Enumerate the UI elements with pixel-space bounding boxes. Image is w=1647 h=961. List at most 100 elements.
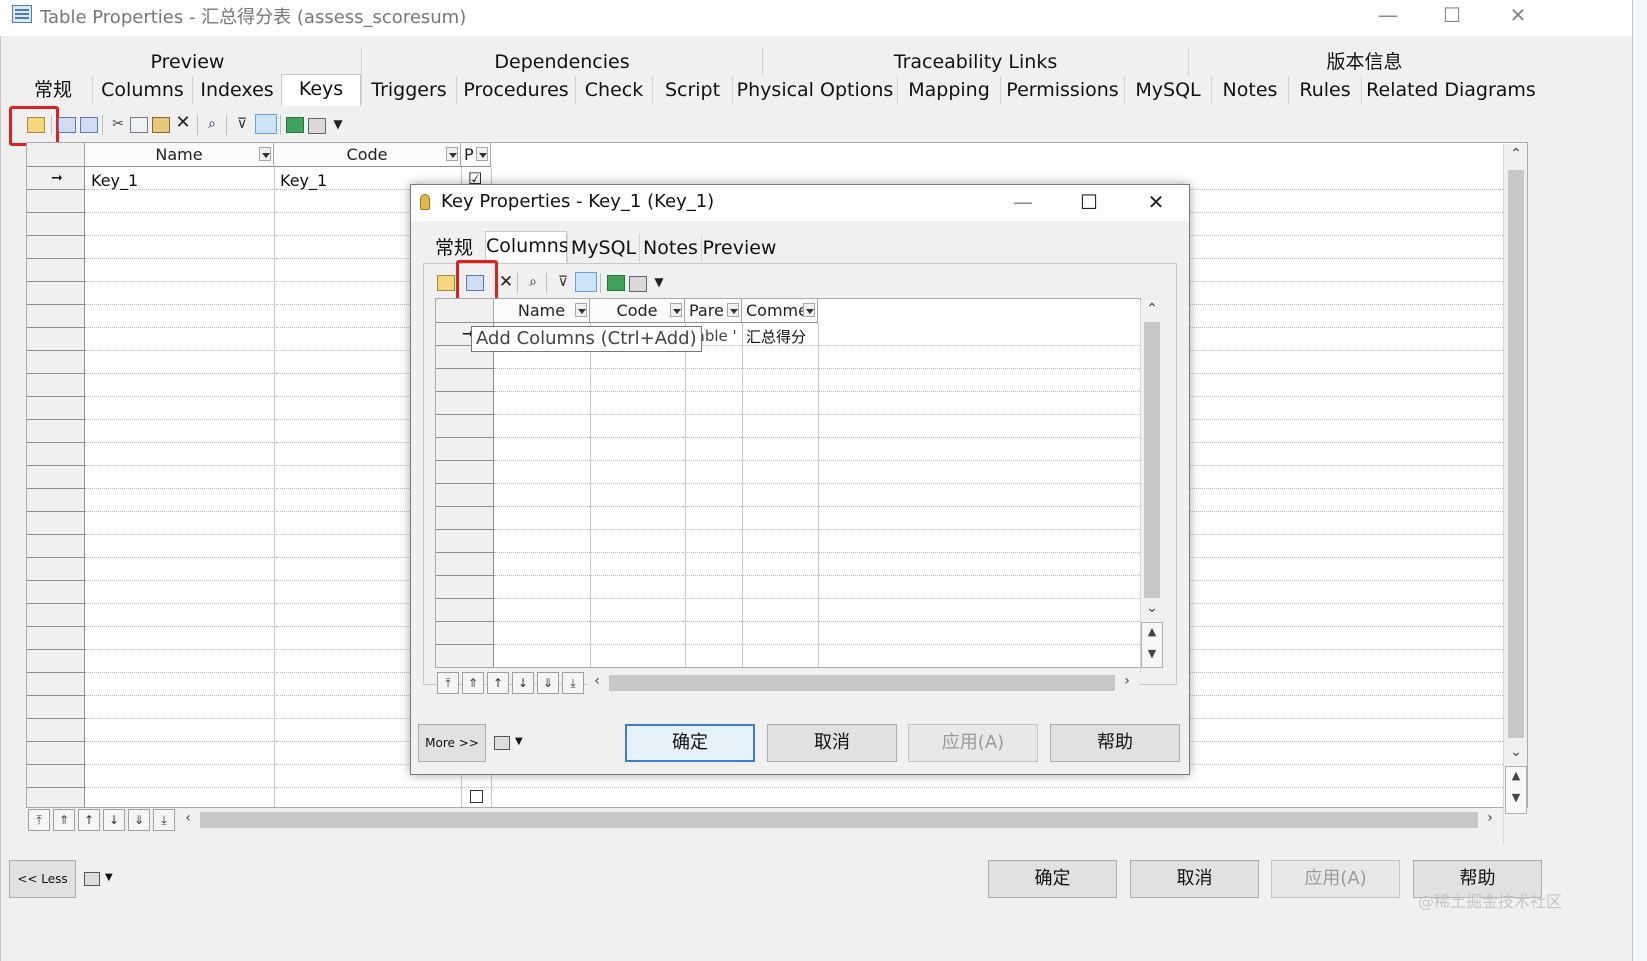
page-scroll-box[interactable]: ▲ ▼ <box>1141 622 1163 668</box>
tab-dependencies[interactable]: Dependencies <box>361 48 762 76</box>
row-header-cell[interactable] <box>27 742 85 765</box>
row-header-cell[interactable] <box>27 397 85 420</box>
vertical-scrollbar[interactable]: ⌃ ⌄ ▲ ▼ <box>1503 144 1527 844</box>
sort-dropdown-icon[interactable] <box>446 147 458 161</box>
dialog-tab-columns[interactable]: Columns <box>485 231 569 263</box>
column-header-code[interactable]: Code <box>590 299 685 323</box>
tab-preview[interactable]: Preview <box>14 48 361 76</box>
scroll-right-icon[interactable]: › <box>1117 673 1137 689</box>
print-preview-icon[interactable] <box>84 872 100 886</box>
comment-cell[interactable]: 汇总得分 <box>746 326 806 347</box>
tab-permissions[interactable]: Permissions <box>1000 76 1124 104</box>
page-up-icon[interactable]: ▲ <box>1506 769 1526 782</box>
scroll-thumb[interactable] <box>1508 170 1524 738</box>
apply-button[interactable]: 应用(A) <box>1271 860 1400 898</box>
dialog-maximize-icon[interactable]: ☐ <box>1073 189 1105 215</box>
row-header-cell[interactable] <box>27 351 85 374</box>
row-header-cell[interactable] <box>27 420 85 443</box>
page-up-icon[interactable]: ▲ <box>1142 625 1162 638</box>
row-header-cell[interactable] <box>27 604 85 627</box>
cancel-button[interactable]: 取消 <box>1130 860 1259 898</box>
sort-dropdown-icon[interactable] <box>575 303 587 317</box>
column-header-comment[interactable]: Comme <box>742 299 818 323</box>
excel-export-icon[interactable] <box>286 117 304 133</box>
scroll-up-icon[interactable]: ⌃ <box>1506 146 1526 162</box>
dialog-help-button[interactable]: 帮助 <box>1050 724 1180 762</box>
tab-mapping[interactable]: Mapping <box>897 76 1000 104</box>
row-header-cell[interactable] <box>436 484 494 507</box>
dialog-tab-preview[interactable]: Preview <box>701 234 777 262</box>
scroll-left-icon[interactable]: ‹ <box>587 673 607 689</box>
move-up-button[interactable]: ↑ <box>78 809 100 831</box>
row-header-cell[interactable] <box>436 622 494 645</box>
dialog-minimize-icon[interactable]: — <box>1007 189 1039 215</box>
row-header-cell[interactable] <box>27 581 85 604</box>
move-to-bottom-button[interactable]: ⤓ <box>153 809 175 831</box>
scroll-down-icon[interactable]: ⌄ <box>1142 600 1162 616</box>
row-header-cell[interactable] <box>27 558 85 581</box>
paste-icon[interactable] <box>152 117 170 133</box>
filter-enabled-icon[interactable] <box>575 272 597 292</box>
scroll-thumb[interactable] <box>200 812 1478 828</box>
tab-notes[interactable]: Notes <box>1211 76 1288 104</box>
tab-triggers[interactable]: Triggers <box>361 76 456 104</box>
column-header-parent[interactable]: Pare <box>685 299 742 323</box>
row-header-cell[interactable] <box>436 369 494 392</box>
page-down-icon[interactable]: ▼ <box>1142 647 1162 660</box>
page-up-button[interactable]: ⇑ <box>53 809 75 831</box>
key-code-cell[interactable]: Key_1 <box>280 171 327 190</box>
row-header-cell[interactable] <box>436 415 494 438</box>
tab-version-info[interactable]: 版本信息 <box>1188 48 1540 76</box>
move-to-bottom-button[interactable]: ⤓ <box>562 672 584 694</box>
find-icon[interactable]: ⌕ <box>203 116 221 132</box>
print-preview-icon[interactable] <box>494 736 510 750</box>
find-icon[interactable]: ⌕ <box>524 274 542 290</box>
copy-icon[interactable] <box>130 117 148 133</box>
print-dropdown-icon[interactable]: ▼ <box>329 116 347 132</box>
row-header-cell[interactable] <box>27 512 85 535</box>
move-down-button[interactable]: ↓ <box>103 809 125 831</box>
row-header-cell[interactable] <box>27 190 85 213</box>
filter-enabled-icon[interactable] <box>255 114 277 134</box>
row-header-cell[interactable] <box>27 328 85 351</box>
filter-icon[interactable]: ⊽ <box>554 274 572 290</box>
tab-mysql[interactable]: MySQL <box>1124 76 1211 104</box>
less-button[interactable]: << Less <box>9 860 76 898</box>
minimize-icon[interactable]: — <box>1372 2 1404 28</box>
page-up-button[interactable]: ⇑ <box>462 672 484 694</box>
print-icon[interactable] <box>308 118 326 134</box>
row-header-cell[interactable] <box>27 282 85 305</box>
primary-checkbox-empty[interactable] <box>470 790 483 803</box>
excel-export-icon[interactable] <box>607 275 625 291</box>
dialog-tab-general[interactable]: 常规 <box>423 234 485 262</box>
dialog-vertical-scrollbar[interactable]: ⌃ ⌄ ▲ ▼ <box>1140 300 1163 672</box>
row-header-cell[interactable] <box>27 489 85 512</box>
row-header-cell[interactable] <box>27 305 85 328</box>
row-header-cell[interactable] <box>436 438 494 461</box>
sort-dropdown-icon[interactable] <box>727 303 739 317</box>
page-down-button[interactable]: ⇓ <box>128 809 150 831</box>
page-down-button[interactable]: ⇓ <box>537 672 559 694</box>
delete-icon[interactable]: ✕ <box>174 114 192 132</box>
row-header-cell[interactable] <box>436 576 494 599</box>
print-icon[interactable] <box>629 276 647 292</box>
dialog-ok-button[interactable]: 确定 <box>625 724 755 762</box>
row-header-cell[interactable] <box>27 213 85 236</box>
delete-icon[interactable]: ✕ <box>497 273 515 291</box>
properties-icon[interactable] <box>437 275 455 291</box>
row-header-cell[interactable] <box>27 236 85 259</box>
row-header-cell[interactable] <box>27 650 85 673</box>
cut-icon[interactable]: ✂ <box>109 116 127 132</box>
tab-keys[interactable]: Keys <box>281 74 361 106</box>
row-header-cell[interactable] <box>27 696 85 719</box>
row-header-cell[interactable] <box>27 627 85 650</box>
tab-physical-options[interactable]: Physical Options <box>732 76 897 104</box>
print-dropdown-icon[interactable]: ▼ <box>105 872 113 883</box>
dialog-cancel-button[interactable]: 取消 <box>767 724 897 762</box>
dialog-close-icon[interactable]: ✕ <box>1140 189 1172 215</box>
row-header-cell[interactable] <box>436 530 494 553</box>
tab-rules[interactable]: Rules <box>1288 76 1361 104</box>
move-to-top-button[interactable]: ⤒ <box>437 672 459 694</box>
row-header-cell[interactable] <box>436 599 494 622</box>
row-header-cell[interactable] <box>27 259 85 282</box>
